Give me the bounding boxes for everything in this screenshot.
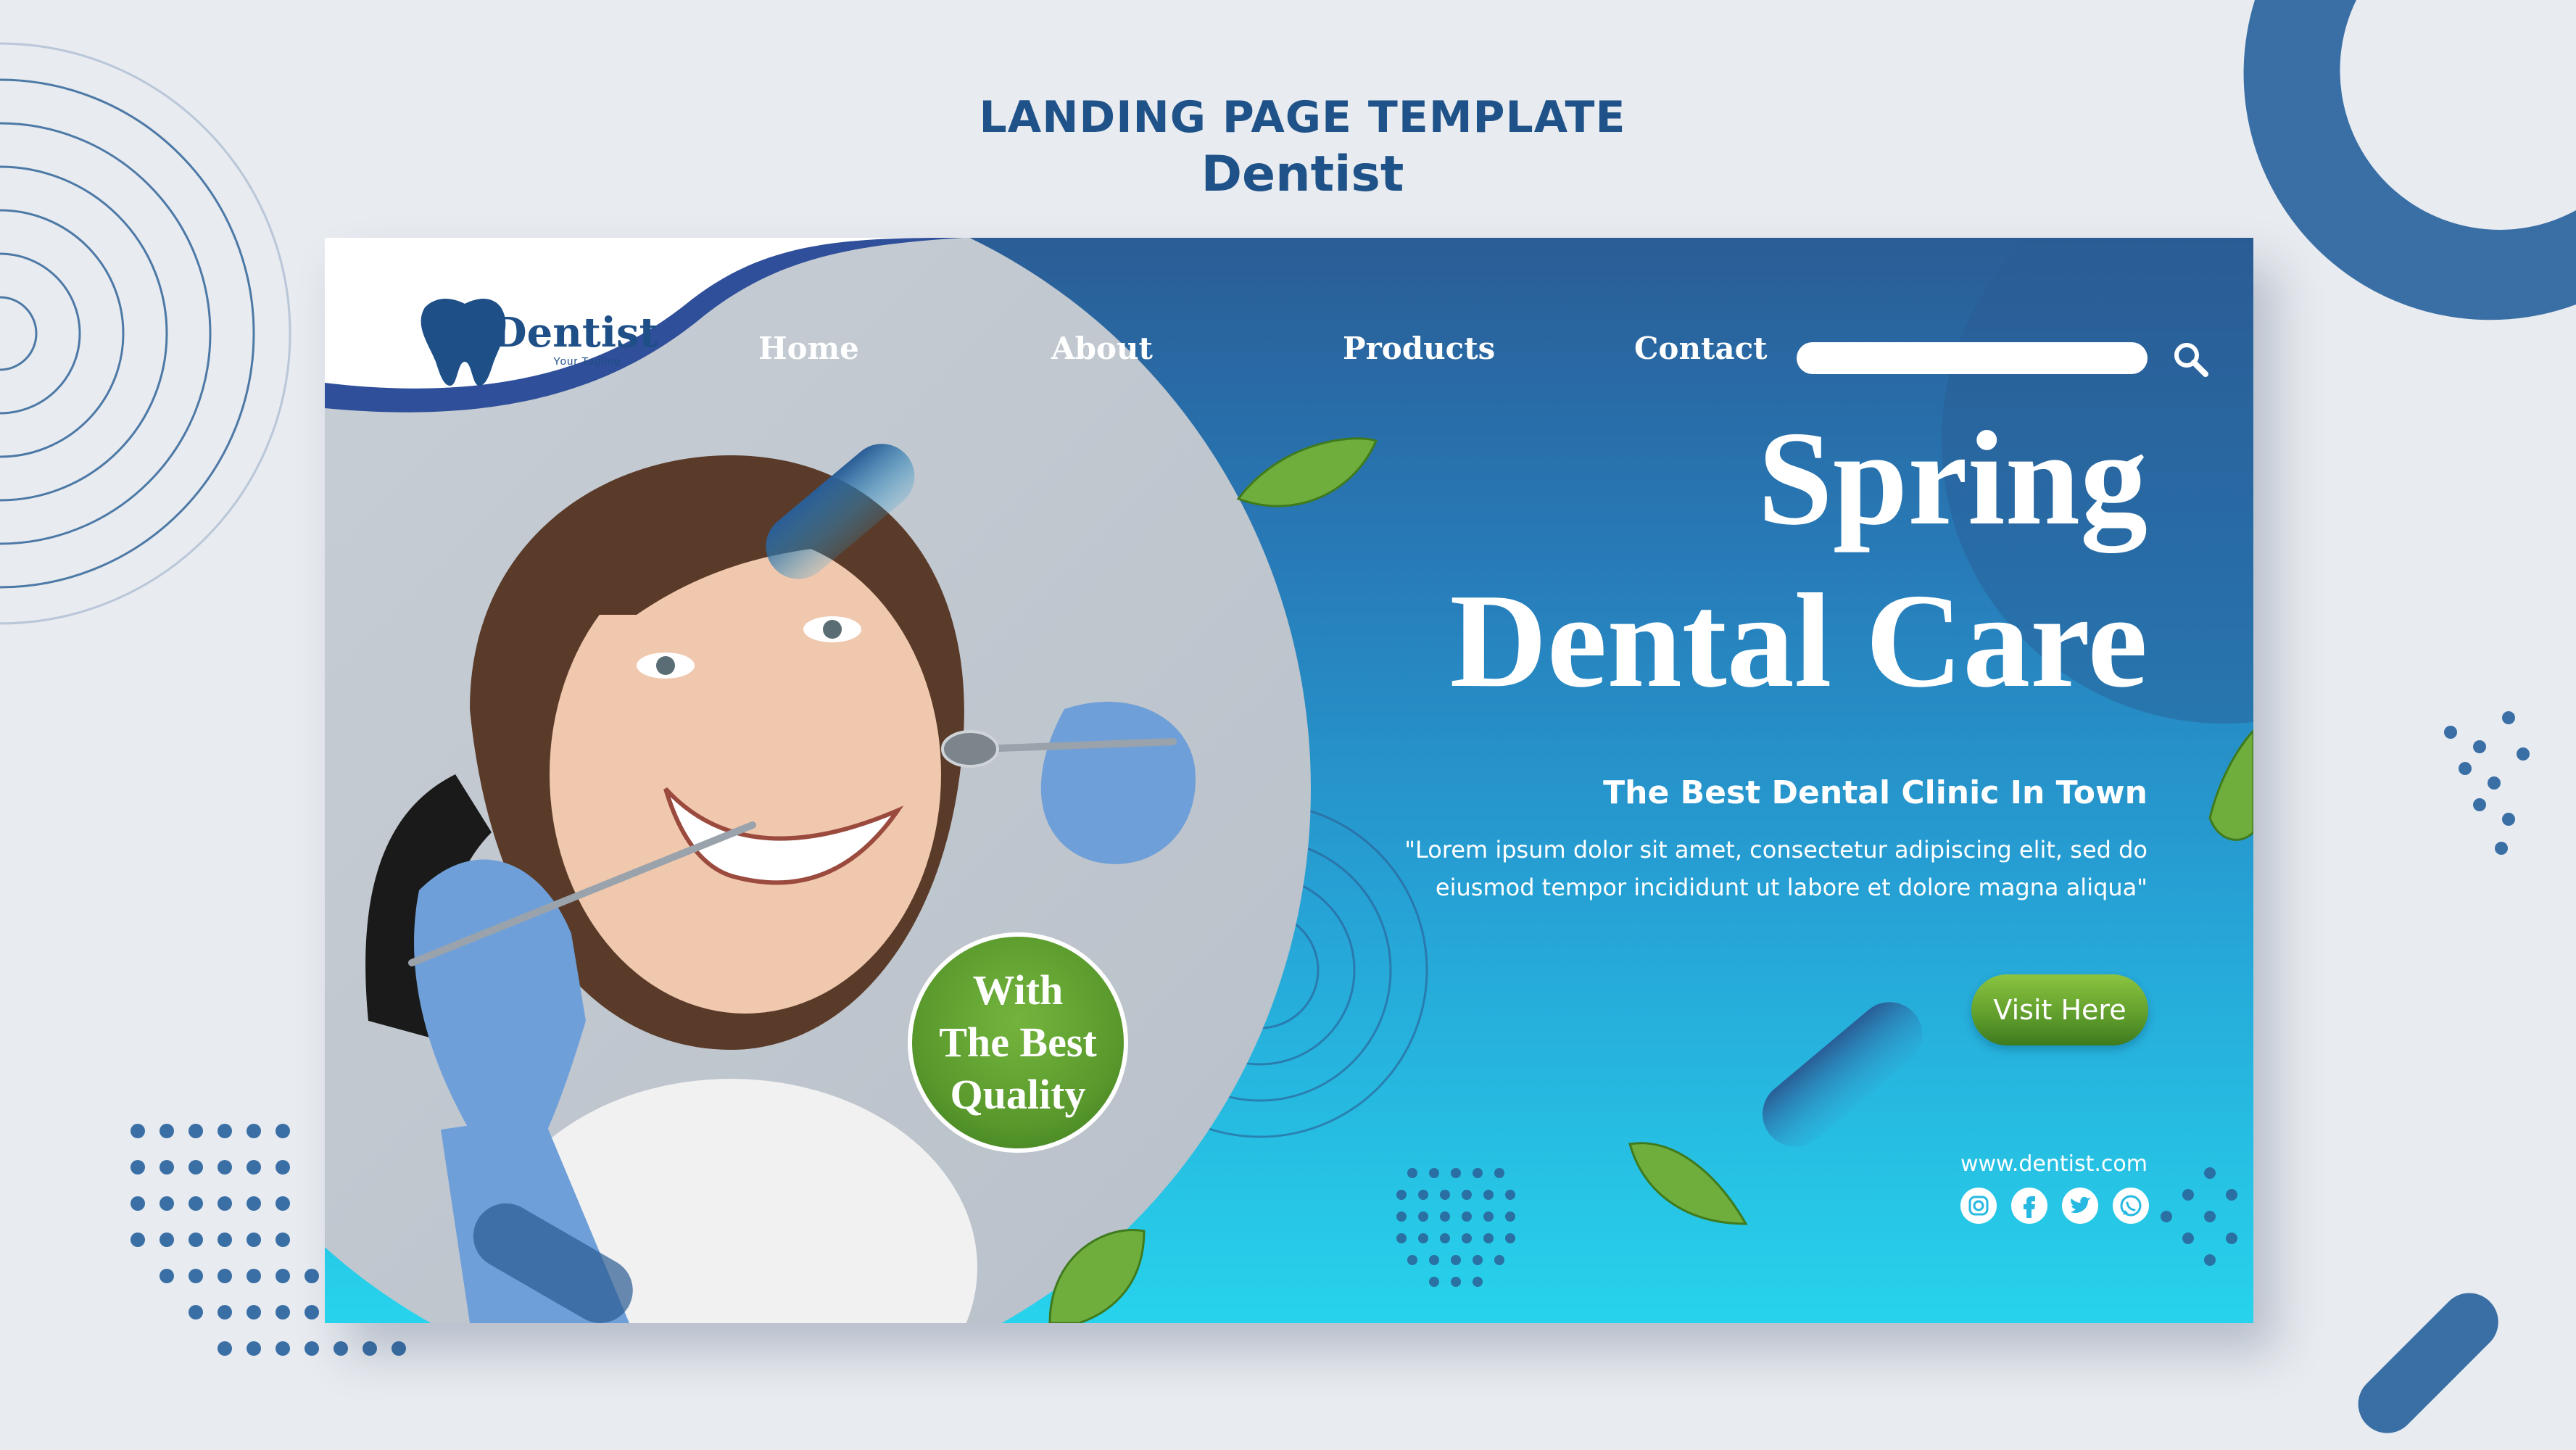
subheadline: The Best Dental Clinic In Town <box>1603 774 2148 811</box>
nav-home[interactable]: Home <box>758 331 859 366</box>
headline-line-1: Spring <box>1757 404 2148 553</box>
twitter-icon[interactable] <box>2061 1186 2100 1225</box>
headline-line-2: Dental Care <box>1449 566 2148 716</box>
facebook-icon[interactable] <box>2010 1186 2049 1225</box>
instagram-icon[interactable] <box>1959 1186 1998 1225</box>
logo-tagline: Your Tagline <box>553 355 621 368</box>
nav-contact[interactable]: Contact <box>1634 331 1768 366</box>
logo-name[interactable]: Dentist <box>492 309 658 357</box>
nav-about[interactable]: About <box>1051 331 1153 366</box>
website-link[interactable]: www.dentist.com <box>1960 1151 2148 1177</box>
page-header-title: LANDING PAGE TEMPLATE <box>979 92 1626 143</box>
search-icon[interactable] <box>2171 339 2210 378</box>
quality-badge-text: With The Best Quality <box>939 966 1097 1118</box>
dentist-banner: Dentist Your Tagline Home About Products… <box>325 238 2253 1323</box>
whatsapp-icon[interactable] <box>2111 1186 2150 1225</box>
nav-products[interactable]: Products <box>1343 331 1495 366</box>
page-header: LANDING PAGE TEMPLATE Dentist <box>0 88 2576 203</box>
quote-text: "Lorem ipsum dolor sit amet, consectetur… <box>1404 836 2148 901</box>
search-input[interactable] <box>1797 342 2148 374</box>
quality-badge: With The Best Quality <box>908 932 1128 1153</box>
visit-here-button[interactable]: Visit Here <box>1971 974 2148 1045</box>
page-header-subtitle: Dentist <box>1201 146 1404 203</box>
